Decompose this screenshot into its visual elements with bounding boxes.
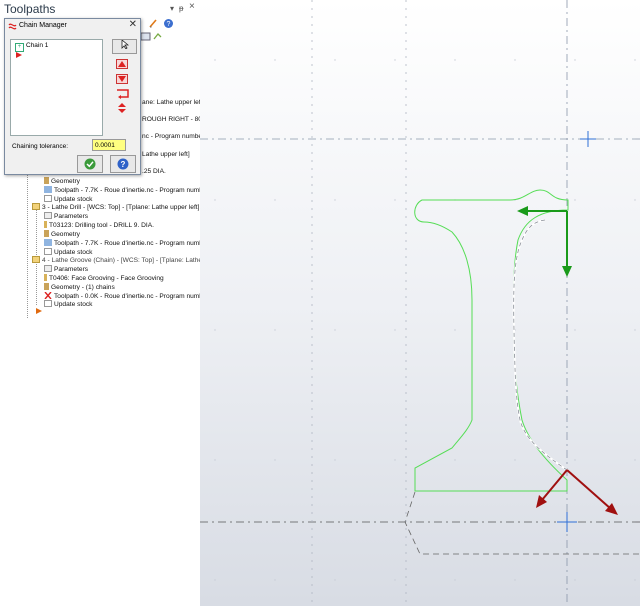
insert-arrow-icon: [16, 52, 22, 58]
select-chain-button[interactable]: [112, 39, 137, 54]
post-icon[interactable]: [152, 31, 163, 42]
graphics-viewport[interactable]: [200, 0, 640, 606]
toolpath-file-icon: [44, 186, 52, 193]
chain-manager-icon: [8, 23, 17, 30]
tree-item[interactable]: Update stock: [44, 248, 92, 256]
tree-item[interactable]: Update stock: [44, 195, 92, 203]
panel-title: Toolpaths: [4, 2, 56, 16]
move-up-button[interactable]: [116, 59, 128, 69]
green-axis-icon: [517, 206, 572, 277]
chain-list-item[interactable]: + Chain 1: [15, 42, 48, 52]
tolerance-input[interactable]: 0.0001: [92, 139, 126, 151]
geometry-icon: [44, 283, 49, 290]
tree-item[interactable]: Toolpath - 0.0K - Roue d'inertie.nc - Pr…: [44, 292, 214, 300]
tree-item[interactable]: T03123: Drilling tool - DRILL 9. DIA.: [44, 221, 154, 229]
stock-outline: [404, 491, 640, 555]
viewport-canvas[interactable]: [200, 0, 640, 606]
tree-item[interactable]: Geometry: [44, 230, 80, 238]
tree-connector: [27, 168, 28, 318]
tree-item[interactable]: ane: Lathe upper left]: [142, 99, 204, 106]
help-icon[interactable]: ?: [163, 18, 174, 29]
stock-icon: [44, 248, 52, 255]
tree-item[interactable]: Toolpath - 7.7K - Roue d'inertie.nc - Pr…: [44, 239, 214, 247]
red-axis-icon: [536, 469, 618, 515]
panel-close-icon[interactable]: ×: [189, 1, 195, 12]
parameters-icon: [44, 265, 52, 272]
reverse-chain-button[interactable]: [116, 89, 130, 99]
svg-text:?: ?: [121, 160, 126, 169]
parameters-icon: [44, 212, 52, 219]
cursor-cross: [557, 131, 596, 532]
ok-button[interactable]: [77, 155, 103, 173]
tree-item[interactable]: ROUGH RIGHT - 80 D: [142, 116, 209, 123]
stock-icon: [44, 195, 52, 202]
insert-arrow-icon[interactable]: [36, 308, 44, 314]
pin-icon[interactable]: ᵽ: [179, 4, 183, 13]
dialog-title: Chain Manager: [19, 22, 67, 29]
tree-operation[interactable]: 4 - Lathe Groove (Chain) - [WCS: Top] - …: [32, 256, 211, 264]
panel-menu-icon[interactable]: ▾: [170, 4, 174, 13]
part-profile[interactable]: [414, 189, 569, 492]
dialog-close-button[interactable]: ✕: [129, 19, 137, 30]
toolpath-file-icon: [44, 239, 52, 246]
geometry-icon: [44, 230, 49, 237]
move-updown-button[interactable]: [116, 103, 128, 113]
checkmark-icon: [84, 158, 96, 170]
selected-chain-dash: [513, 219, 568, 471]
display-toggle-icon[interactable]: [140, 31, 151, 42]
tree-item[interactable]: Lathe upper left]: [142, 151, 190, 158]
drill-tool-icon: [44, 221, 47, 228]
tree-item[interactable]: Geometry: [44, 177, 80, 185]
chain-list[interactable]: + Chain 1: [10, 39, 103, 136]
geometry-icon: [44, 177, 49, 184]
move-down-button[interactable]: [116, 74, 128, 84]
help-button[interactable]: ?: [110, 155, 136, 173]
folder-icon: [32, 203, 40, 210]
dirty-toolpath-icon: [44, 292, 52, 299]
tree-item[interactable]: Parameters: [44, 212, 88, 220]
tree-item[interactable]: .25 DIA.: [142, 168, 166, 175]
svg-text:?: ?: [167, 21, 171, 28]
selected-chain[interactable]: [512, 219, 568, 471]
grid-dots: [214, 59, 636, 581]
tree-operation[interactable]: 3 - Lathe Drill - [WCS: Top] - [Tplane: …: [32, 203, 199, 211]
tree-item[interactable]: Parameters: [44, 265, 88, 273]
stock-icon: [44, 300, 52, 307]
chain-manager-dialog: Chain Manager ✕ + Chain 1 Chaining tolera…: [4, 18, 141, 175]
groove-tool-icon: [44, 274, 47, 281]
tree-item[interactable]: Toolpath - 7.7K - Roue d'inertie.nc - Pr…: [44, 186, 214, 194]
expand-icon[interactable]: +: [15, 43, 24, 52]
cursor-icon: [121, 39, 129, 50]
folder-icon: [32, 256, 40, 263]
tolerance-label: Chaining tolerance:: [12, 143, 69, 150]
tree-item[interactable]: Update stock: [44, 300, 92, 308]
edit-toolpath-icon[interactable]: [148, 18, 159, 29]
tree-item[interactable]: Geometry - (1) chains: [44, 283, 115, 291]
help-icon: ?: [117, 158, 129, 170]
reference-lines: [200, 0, 640, 606]
tree-item[interactable]: T0406: Face Grooving - Face Grooving: [44, 274, 164, 282]
